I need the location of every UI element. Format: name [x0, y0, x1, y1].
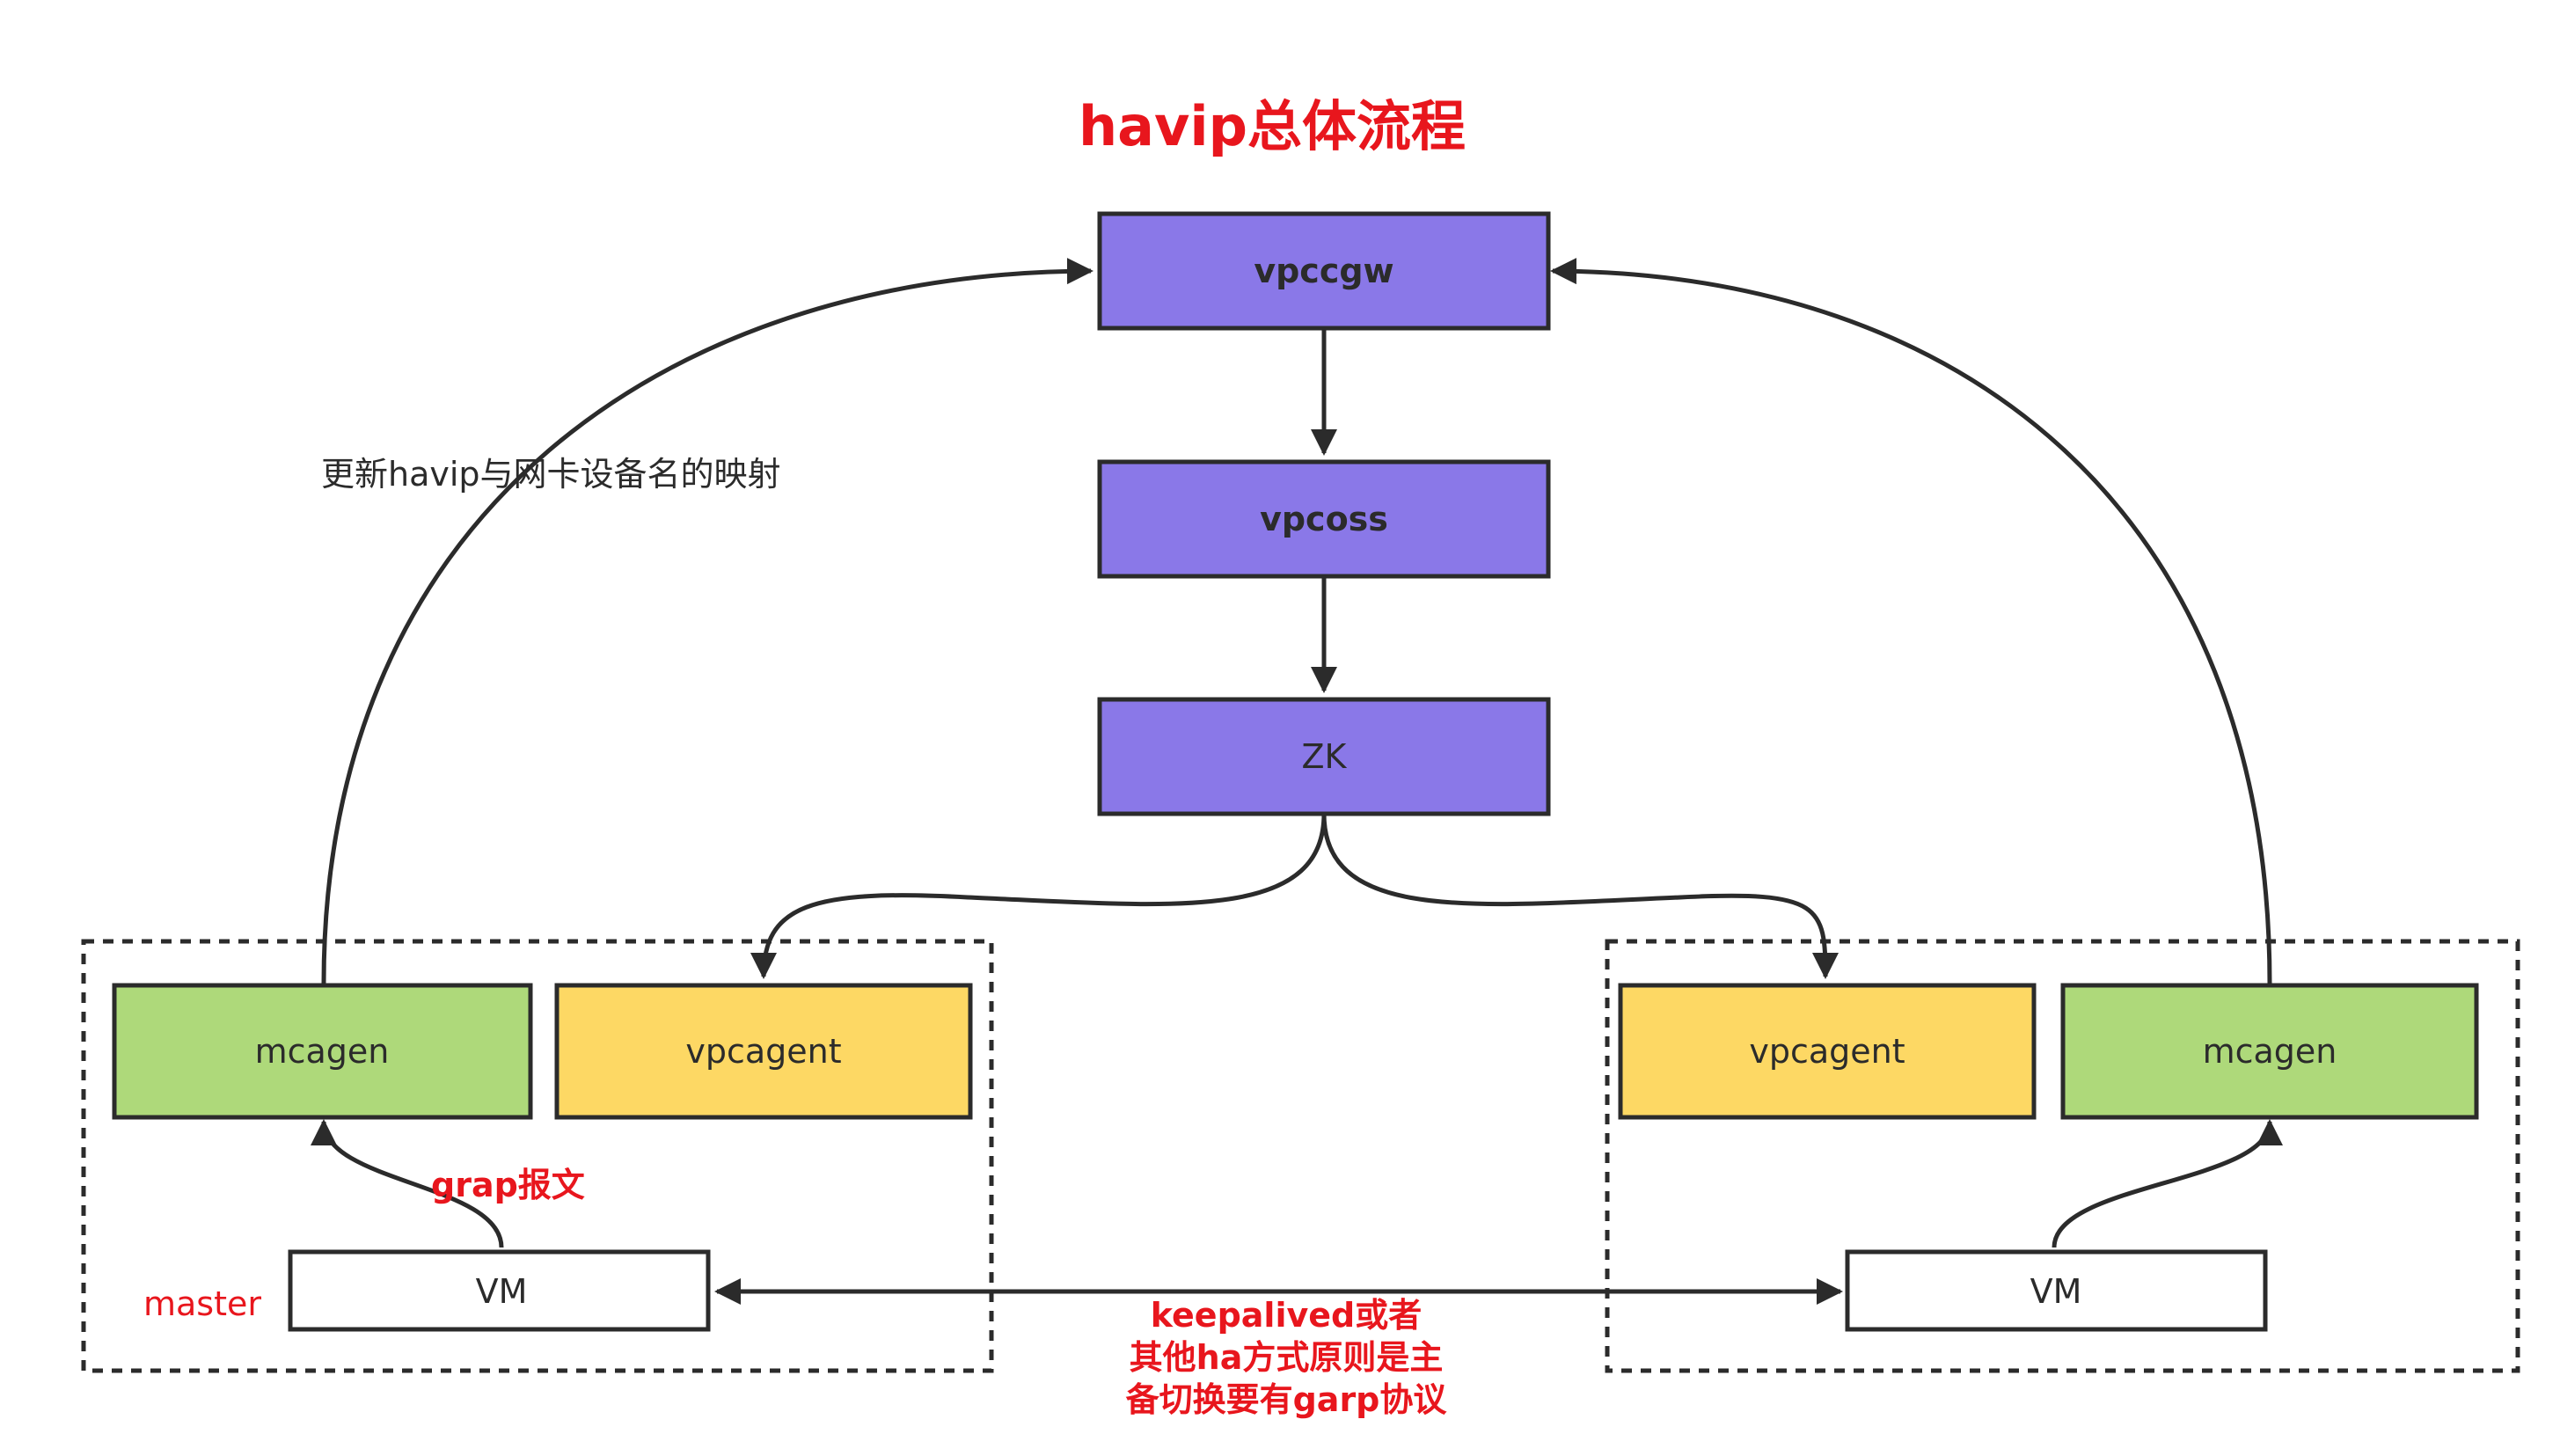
edge-vm-right-mcagen-right [2052, 1119, 2283, 1248]
node-vpcagent-right-label: vpcagent [1749, 1032, 1905, 1071]
edge-mcagen-left-vpccgw [321, 258, 1093, 984]
mapping-update-label: 更新havip与网卡设备名的映射 [321, 455, 781, 494]
edge-zk-vpcagent-right [1321, 813, 1839, 979]
node-zk-label: ZK [1302, 737, 1348, 776]
node-mcagen-left: mcagen [112, 983, 533, 1120]
keepalived-label-line3: 备切换要有garp协议 [1126, 1380, 1448, 1419]
node-vm-right-label: VM [2030, 1272, 2082, 1311]
node-zk: ZK [1097, 697, 1551, 816]
node-vpcoss: vpcoss [1097, 459, 1551, 579]
diagram-title: havip总体流程 [1079, 94, 1466, 158]
master-label: master [143, 1284, 261, 1323]
node-vpcagent-left: vpcagent [554, 983, 973, 1120]
node-mcagen-left-label: mcagen [255, 1032, 390, 1071]
grap-packet-label: grap报文 [431, 1166, 585, 1204]
node-vm-right: VM [1845, 1249, 2268, 1332]
node-vm-left-label: VM [476, 1272, 528, 1311]
havip-flow-diagram: havip总体流程 vpccgw vpcoss ZK mcagen vpcage… [81, 94, 2520, 1419]
node-mcagen-right-label: mcagen [2203, 1032, 2337, 1071]
node-vpccgw-label: vpccgw [1254, 252, 1393, 290]
keepalived-label-line2: 其他ha方式原则是主 [1130, 1338, 1444, 1377]
node-vpcagent-right: vpcagent [1618, 983, 2037, 1120]
node-vm-left: VM [288, 1249, 711, 1332]
node-vpcagent-left-label: vpcagent [685, 1032, 841, 1071]
keepalived-label-line1: keepalived或者 [1151, 1296, 1422, 1335]
node-vpccgw: vpccgw [1097, 211, 1551, 331]
edge-mcagen-right-vpccgw [1550, 258, 2272, 984]
node-vpcoss-label: vpcoss [1260, 500, 1388, 538]
edge-zk-vpcagent-left [750, 813, 1327, 979]
node-mcagen-right: mcagen [2060, 983, 2479, 1120]
